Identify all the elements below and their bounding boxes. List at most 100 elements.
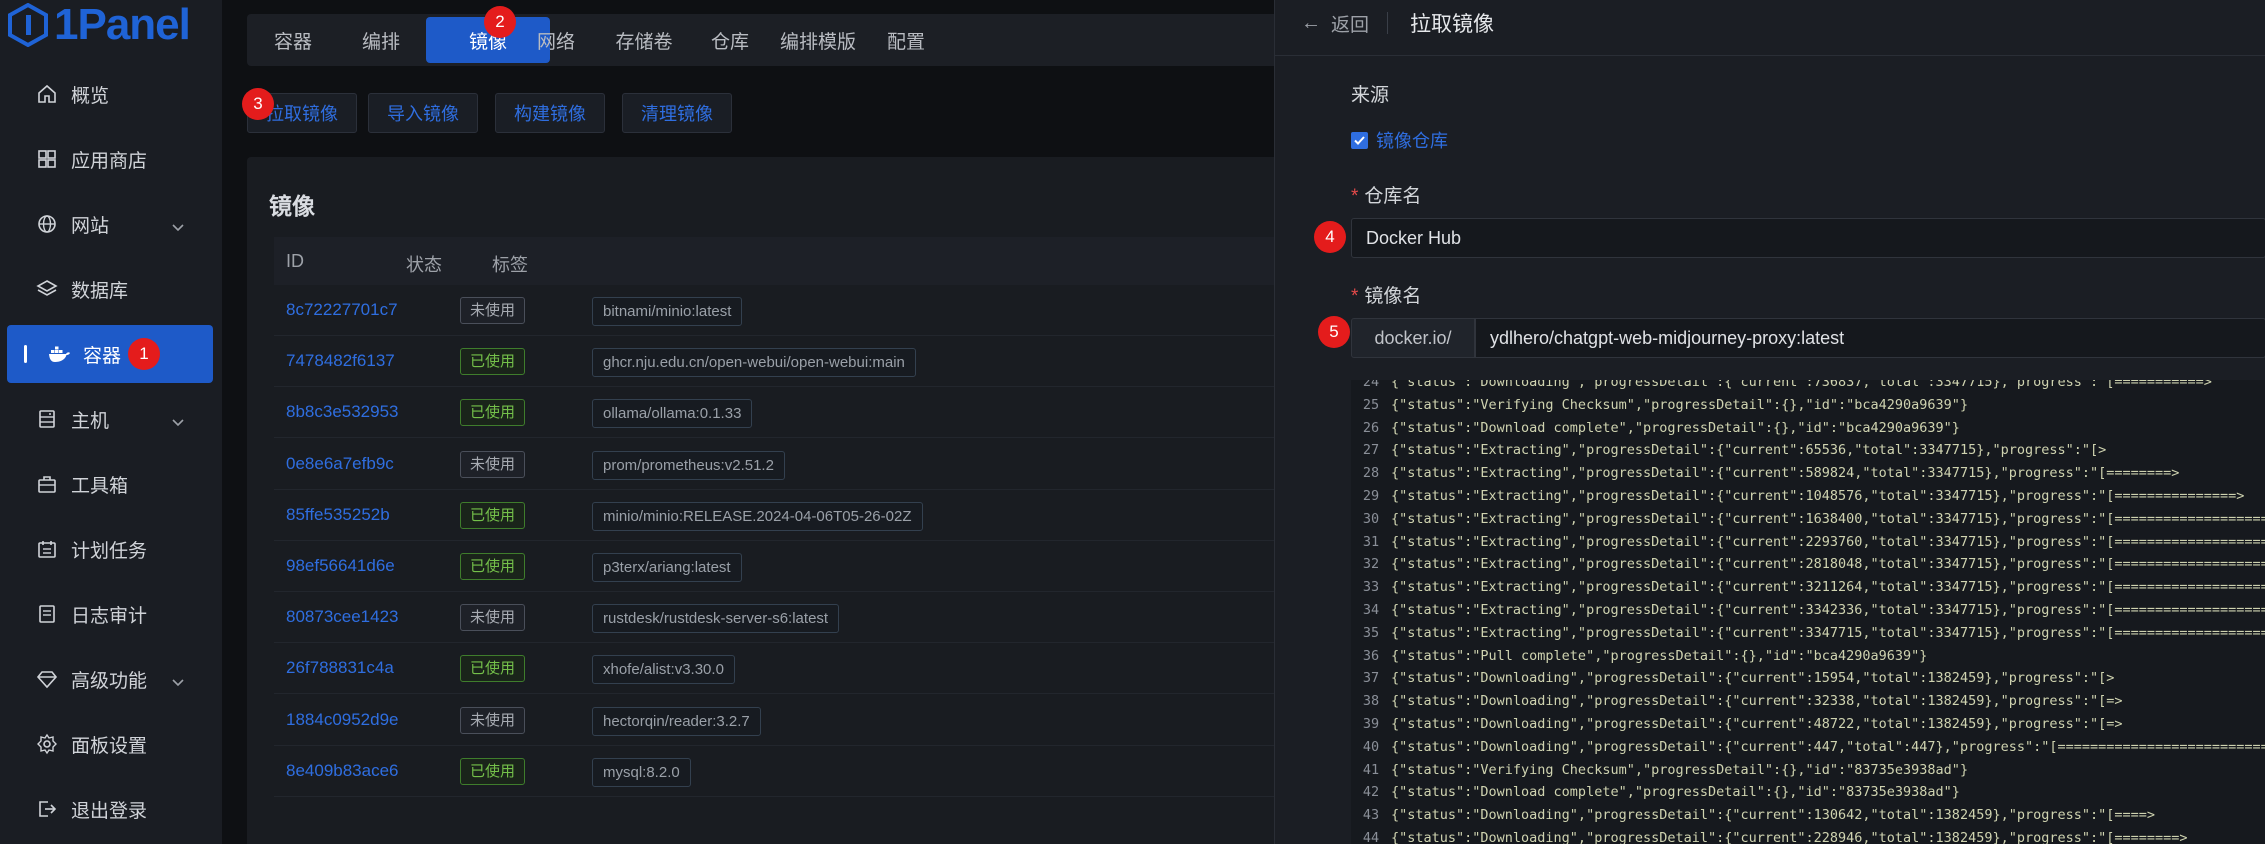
sidebar-item[interactable]: 日志审计 <box>7 585 213 643</box>
checkbox-checked-icon[interactable] <box>1351 131 1368 149</box>
log-line-number: 30 <box>1362 510 1380 527</box>
log-line-number: 40 <box>1362 738 1380 755</box>
table-row: 0e8e6a7efb9c 未使用 prom/prometheus:v2.51.2 <box>274 439 1284 490</box>
layers-icon <box>35 277 59 301</box>
repo-select[interactable]: Docker Hub <box>1351 218 2265 258</box>
log-line-number: 37 <box>1362 670 1380 687</box>
status-badge: 已使用 <box>460 757 526 785</box>
pull-log-output[interactable]: 24 {"status":"Downloading","progressDetai… <box>1351 380 2265 844</box>
log-line-number: 38 <box>1362 693 1380 710</box>
pull-image-drawer: ← 返回 拉取镜像 来源 镜像仓库 * 仓库名 Docker Hub * 镜像名 d… <box>1274 0 2265 844</box>
log-line: 24 {"status":"Downloading","progressDetai… <box>1351 380 2212 396</box>
action-button[interactable]: 导入镜像 <box>368 93 478 133</box>
sidebar-item[interactable]: 概览 <box>7 65 213 123</box>
log-line: 37 {"status":"Downloading","progressDetai… <box>1351 670 2115 692</box>
image-tag: mysql:8.2.0 <box>592 757 691 787</box>
sidebar-item[interactable]: 主机 <box>7 390 213 448</box>
images-panel: 镜像 ID 状态 标签 8c72227701c7 未使用 bitnami/minio… <box>247 157 1287 844</box>
status-badge: 未使用 <box>460 450 526 478</box>
image-id-link[interactable]: 85ffe535252b <box>286 505 390 525</box>
log-line: 31 {"status":"Extracting","progressDetail… <box>1351 534 2265 556</box>
chevron-down-icon[interactable] <box>171 412 185 434</box>
sidebar-item-label: 退出登录 <box>71 800 148 822</box>
table-row: 8e409b83ace6 已使用 mysql:8.2.0 <box>274 746 1284 797</box>
tab-item[interactable]: 容器 <box>250 17 336 63</box>
sidebar-item[interactable]: 应用商店 <box>7 130 213 188</box>
log-line: 36 {"status":"Pull complete","progressDet… <box>1351 647 1928 670</box>
sidebar-item-label: 概览 <box>71 85 110 107</box>
chevron-down-icon[interactable] <box>171 672 185 694</box>
sidebar-item[interactable]: 高级功能 <box>7 650 213 708</box>
tab-item[interactable]: 存储卷 <box>601 17 687 63</box>
status-badge: 未使用 <box>460 604 526 632</box>
tab-item[interactable]: 编排 <box>338 17 424 63</box>
log-line: 39 {"status":"Downloading","progressDetai… <box>1351 716 2123 738</box>
sidebar-item-label: 主机 <box>71 410 110 432</box>
calendar-icon <box>35 537 59 561</box>
drawer-header: ← 返回 拉取镜像 <box>1275 0 2265 56</box>
sidebar-item-label: 计划任务 <box>71 540 148 562</box>
log-icon <box>35 602 59 626</box>
log-line-number: 35 <box>1362 624 1380 641</box>
image-id-link[interactable]: 8b8c3e532953 <box>286 402 399 422</box>
column-header-status: 状态 <box>406 255 442 275</box>
table-row: 8b8c3e532953 已使用 ollama/ollama:0.1.33 <box>274 387 1284 439</box>
image-name-input[interactable]: ydlhero/chatgpt-web-midjourney-proxy:lat… <box>1475 318 2265 358</box>
marker-2: 2 <box>484 6 516 38</box>
sidebar-item[interactable]: 计划任务 <box>7 520 213 578</box>
sidebar-item[interactable]: 面板设置 <box>7 715 213 773</box>
source-option[interactable]: 镜像仓库 <box>1351 127 1448 153</box>
toolbox-icon <box>35 472 59 496</box>
sidebar-item[interactable]: 网站 <box>7 195 213 253</box>
image-id-link[interactable]: 80873cee1423 <box>286 607 399 627</box>
log-line: 25 {"status":"Verifying Checksum","progre… <box>1351 397 1968 419</box>
log-line-text: {"status":"Extracting","progressDetail":… <box>1391 465 2180 482</box>
tab-item[interactable]: 网络 <box>513 17 599 63</box>
image-id-link[interactable]: 0e8e6a7efb9c <box>286 454 394 474</box>
status-badge: 未使用 <box>460 297 526 324</box>
log-line-number: 44 <box>1362 830 1380 844</box>
logo[interactable]: 1Panel <box>0 0 222 50</box>
image-tag: bitnami/minio:latest <box>592 297 743 326</box>
image-id-link[interactable]: 7478482f6137 <box>286 351 395 371</box>
sidebar-item-label: 应用商店 <box>71 150 148 172</box>
tab-item[interactable]: 仓库 <box>687 17 773 63</box>
log-line-text: {"status":"Extracting","progressDetail":… <box>1391 488 2245 504</box>
chevron-down-icon[interactable] <box>171 217 185 239</box>
source-label: 来源 <box>1351 85 1390 106</box>
log-line: 38 {"status":"Downloading","progressDetai… <box>1351 693 2123 715</box>
app-root: 1Panel 概览 应用商店 网站 数据库 容器 主机 工具箱 计划任务 日志审计 高级功能 面板设… <box>0 0 2265 844</box>
sidebar-item[interactable]: 容器 <box>7 325 213 383</box>
image-id-link[interactable]: 1884c0952d9e <box>286 710 399 730</box>
table-row: 1884c0952d9e 未使用 hectorqin/reader:3.2.7 <box>274 695 1284 746</box>
tab-item[interactable]: 配置 <box>863 17 949 63</box>
log-line-text: {"status":"Download complete","progressD… <box>1391 784 1960 801</box>
sidebar-item[interactable]: 数据库 <box>7 260 213 318</box>
image-id-link[interactable]: 8e409b83ace6 <box>286 761 399 781</box>
sidebar-item[interactable]: 工具箱 <box>7 455 213 513</box>
log-line-text: {"status":"Download complete","progressD… <box>1391 419 1960 436</box>
log-line-number: 28 <box>1362 465 1380 482</box>
action-button[interactable]: 构建镜像 <box>495 93 605 133</box>
tab-item[interactable]: 编排模版 <box>775 17 861 63</box>
status-badge: 已使用 <box>460 553 526 580</box>
image-tag: minio/minio:RELEASE.2024-04-06T05-26-02Z <box>592 501 923 531</box>
log-line-text: {"status":"Downloading","progressDetail"… <box>1391 830 2188 844</box>
log-line-text: {"status":"Pull complete","progressDetai… <box>1391 647 1928 664</box>
log-line-number: 36 <box>1362 647 1380 664</box>
image-tag: rustdesk/rustdesk-server-s6:latest <box>592 604 840 634</box>
panel-title: 镜像 <box>269 193 315 219</box>
required-mark: * <box>1351 286 1359 307</box>
action-button[interactable]: 清理镜像 <box>622 93 732 133</box>
sidebar-item-label: 网站 <box>71 215 110 237</box>
image-tag: prom/prometheus:v2.51.2 <box>592 450 785 480</box>
status-badge: 已使用 <box>460 655 526 683</box>
image-id-link[interactable]: 8c72227701c7 <box>286 300 398 320</box>
image-id-link[interactable]: 98ef56641d6e <box>286 556 395 576</box>
back-button[interactable]: ← 返回 <box>1301 10 1369 37</box>
sidebar-item[interactable]: 退出登录 <box>7 780 213 838</box>
log-line: 43 {"status":"Downloading","progressDetai… <box>1351 807 2155 829</box>
header-divider <box>1387 12 1388 34</box>
log-line: 29 {"status":"Extracting","progressDetail… <box>1351 488 2245 510</box>
image-id-link[interactable]: 26f788831c4a <box>286 658 394 678</box>
